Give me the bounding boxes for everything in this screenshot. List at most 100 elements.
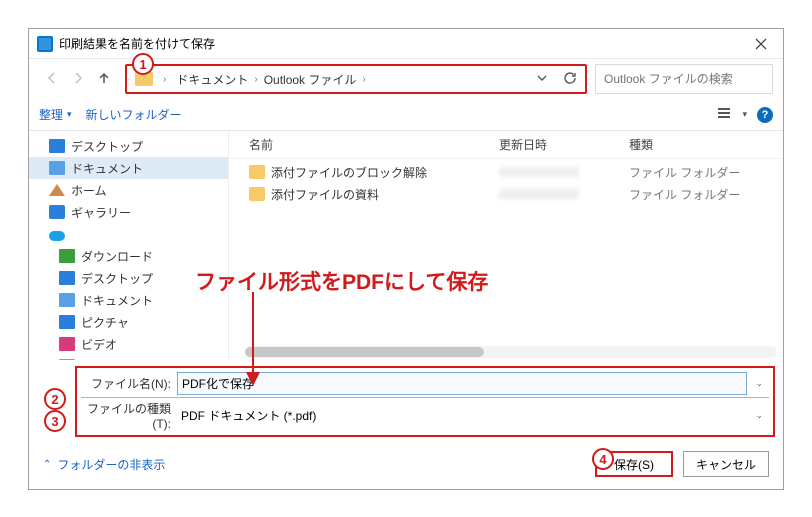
help-button[interactable]: ? — [757, 107, 773, 123]
refresh-icon — [563, 71, 577, 85]
organize-menu[interactable]: 整理 ▾ — [39, 106, 72, 123]
history-dropdown[interactable] — [535, 71, 549, 88]
row-name: 添付ファイルのブロック解除 — [271, 164, 427, 181]
organize-label: 整理 — [39, 106, 63, 123]
help-icon: ? — [762, 109, 769, 121]
sidebar-item[interactable]: ドキュメント — [29, 157, 228, 179]
annotation-marker-2: 2 — [44, 388, 66, 410]
sidebar-item[interactable]: デスクトップ — [29, 135, 228, 157]
cancel-label: キャンセル — [696, 456, 756, 473]
sidebar-item[interactable] — [29, 223, 228, 245]
column-headers: 名前 更新日時 種類 — [229, 131, 783, 159]
annotation-marker-1: 1 — [132, 53, 154, 75]
save-label: 保存(S) — [614, 456, 654, 473]
sidebar-item-label: ドキュメント — [71, 160, 143, 177]
cancel-button[interactable]: キャンセル — [683, 451, 769, 477]
col-date[interactable]: 更新日時 — [499, 136, 629, 153]
arrow-left-icon — [45, 71, 59, 85]
sidebar-item-label: ミュージック — [81, 358, 153, 361]
chevron-down-icon: ▾ — [742, 109, 747, 120]
chevron-down-icon[interactable]: ⌄ — [751, 378, 767, 389]
breadcrumb-seg[interactable]: ドキュメント — [176, 71, 248, 88]
download-icon — [59, 249, 75, 263]
gallery-icon — [49, 205, 65, 219]
window-title: 印刷結果を名前を付けて保存 — [59, 35, 739, 52]
music-icon — [59, 359, 75, 360]
folder-icon — [249, 187, 265, 201]
close-button[interactable] — [745, 31, 777, 57]
sidebar-item-label: ドキュメント — [81, 292, 153, 309]
refresh-button[interactable] — [563, 71, 577, 88]
annotation-instruction: ファイル形式をPDFにして保存 — [195, 266, 488, 296]
doc-icon — [59, 293, 75, 307]
sidebar-item[interactable]: ギャラリー — [29, 201, 228, 223]
body: デスクトップドキュメントホームギャラリーダウンロードデスクトップドキュメントピク… — [29, 131, 783, 360]
close-icon — [755, 38, 767, 50]
sidebar-item[interactable]: ダウンロード — [29, 245, 228, 267]
nav-sidebar: デスクトップドキュメントホームギャラリーダウンロードデスクトップドキュメントピク… — [29, 131, 229, 360]
search-box[interactable] — [595, 64, 773, 94]
forward-button[interactable] — [71, 71, 85, 88]
filename-input[interactable]: PDF化で保存 — [177, 372, 747, 395]
sidebar-item-label: ダウンロード — [81, 248, 153, 265]
row-date-redacted — [499, 167, 579, 177]
scrollbar-thumb[interactable] — [245, 347, 484, 357]
sidebar-item[interactable]: ピクチャ — [29, 311, 228, 333]
chevron-right-icon: › — [252, 74, 259, 85]
new-folder-label: 新しいフォルダー — [86, 106, 182, 123]
back-button[interactable] — [45, 71, 59, 88]
sidebar-item[interactable]: ホーム — [29, 179, 228, 201]
doc-icon — [49, 161, 65, 175]
chevron-down-icon: ▾ — [67, 109, 72, 120]
address-bar[interactable]: › ドキュメント › Outlook ファイル › — [125, 64, 587, 94]
chevron-down-icon[interactable]: ⌄ — [751, 410, 767, 421]
video-icon — [59, 337, 75, 351]
nav-arrows — [39, 71, 117, 88]
up-button[interactable] — [97, 71, 111, 88]
sidebar-item-label: デスクトップ — [71, 138, 143, 155]
breadcrumb-seg[interactable]: Outlook ファイル — [264, 71, 357, 88]
pic-icon — [59, 315, 75, 329]
row-name: 添付ファイルの資料 — [271, 186, 379, 203]
table-row[interactable]: 添付ファイルの資料 ファイル フォルダー — [229, 183, 783, 205]
save-fields: ファイル名(N): PDF化で保存 ⌄ ファイルの種類(T): PDF ドキュメ… — [75, 366, 775, 437]
app-icon — [37, 36, 53, 52]
hide-folders-toggle[interactable]: ⌃ フォルダーの非表示 — [43, 456, 165, 473]
view-icon — [716, 105, 732, 121]
desktop-icon — [59, 271, 75, 285]
row-type: ファイル フォルダー — [629, 164, 783, 181]
new-folder-button[interactable]: 新しいフォルダー — [86, 106, 182, 123]
cloud-icon — [49, 231, 65, 241]
horizontal-scrollbar[interactable] — [245, 346, 777, 358]
view-menu[interactable] — [716, 105, 732, 124]
sidebar-item-label: ピクチャ — [81, 314, 129, 331]
sidebar-item[interactable]: ミュージック — [29, 355, 228, 360]
desktop-icon — [49, 139, 65, 153]
sidebar-item-label: ビデオ — [81, 336, 117, 353]
filetype-row: ファイルの種類(T): PDF ドキュメント (*.pdf) ⌄ — [81, 397, 769, 433]
chevron-right-icon: › — [360, 74, 367, 85]
arrow-right-icon — [71, 71, 85, 85]
filename-label: ファイル名(N): — [83, 375, 173, 392]
col-type[interactable]: 種類 — [629, 136, 783, 153]
home-icon — [49, 184, 65, 196]
table-row[interactable]: 添付ファイルのブロック解除 ファイル フォルダー — [229, 161, 783, 183]
file-list: 名前 更新日時 種類 添付ファイルのブロック解除ファイル フォルダー添付ファイル… — [229, 131, 783, 360]
arrow-up-icon — [97, 71, 111, 85]
save-dialog: 印刷結果を名前を付けて保存 › ドキュメント › O — [28, 28, 784, 490]
caret-up-icon: ⌃ — [43, 459, 51, 470]
search-input[interactable] — [604, 72, 759, 86]
row-type: ファイル フォルダー — [629, 186, 783, 203]
sidebar-item[interactable]: ビデオ — [29, 333, 228, 355]
col-name[interactable]: 名前 — [249, 136, 499, 153]
filetype-select[interactable]: PDF ドキュメント (*.pdf) — [177, 405, 747, 426]
filetype-label: ファイルの種類(T): — [83, 400, 173, 431]
hide-folders-label: フォルダーの非表示 — [57, 456, 165, 473]
filename-row: ファイル名(N): PDF化で保存 ⌄ — [81, 370, 769, 397]
toolbar: 整理 ▾ 新しいフォルダー ▾ ? — [29, 99, 783, 131]
footer: ⌃ フォルダーの非表示 保存(S) キャンセル — [29, 441, 783, 489]
folder-icon — [249, 165, 265, 179]
row-date-redacted — [499, 189, 579, 199]
annotation-marker-4: 4 — [592, 448, 614, 470]
sidebar-item-label: ホーム — [71, 182, 107, 199]
